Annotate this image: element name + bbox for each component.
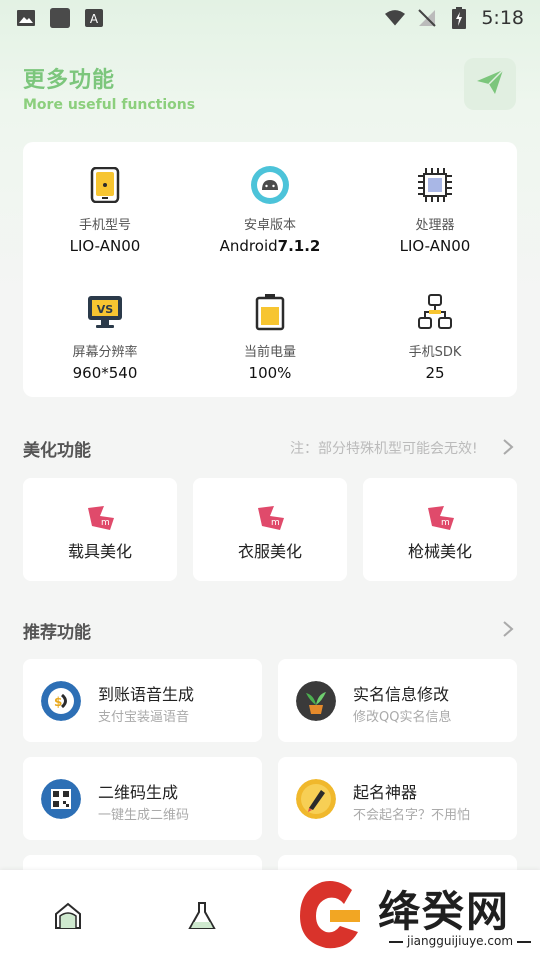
gun-beautify-button[interactable]: m 枪械美化: [363, 478, 517, 581]
no-signal-icon: [417, 8, 437, 28]
svg-text:m: m: [441, 518, 450, 528]
battery-icon: [249, 291, 291, 333]
home-icon[interactable]: [52, 900, 84, 932]
info-screen-resolution: VS 屏幕分辨率 960*540: [23, 291, 187, 382]
money-voice-icon: $: [41, 681, 81, 721]
svg-text:m: m: [101, 518, 110, 528]
vehicle-beautify-button[interactable]: m 载具美化: [23, 478, 177, 581]
device-info-card: 手机型号 LIO-AN00 安卓版本 Android7.1.2 处理器 LIO-…: [23, 142, 517, 397]
page-header: 更多功能 More useful functions: [23, 62, 195, 113]
battery-charging-icon: [449, 7, 469, 29]
flask-icon[interactable]: [186, 900, 218, 932]
beautify-section-title: 美化功能: [23, 441, 91, 461]
qr-generate-card[interactable]: 二维码生成 一键生成二维码: [23, 757, 262, 840]
pen-icon: [296, 779, 336, 819]
info-battery: 当前电量 100%: [188, 291, 352, 382]
beautify-icon: m: [424, 504, 456, 532]
svg-text:$: $: [54, 695, 62, 709]
plant-icon: [296, 681, 336, 721]
svg-text:VS: VS: [97, 303, 114, 316]
info-phone-model: 手机型号 LIO-AN00: [23, 164, 187, 255]
network-icon: [414, 291, 456, 333]
chevron-right-icon[interactable]: [502, 620, 514, 642]
payment-voice-card[interactable]: $ 到账语音生成 支付宝装逼语音: [23, 659, 262, 742]
android-icon: [249, 164, 291, 206]
chevron-right-icon[interactable]: [502, 438, 514, 460]
watermark-url: jiangguijiuye.com: [385, 934, 535, 948]
info-processor: 处理器 LIO-AN00: [353, 164, 517, 255]
status-bar: A 5:18: [0, 0, 540, 36]
page-subtitle: More useful functions: [23, 97, 196, 113]
beautify-icon: m: [254, 504, 286, 532]
status-time: 5:18: [481, 7, 524, 29]
app-notification-icon: [50, 8, 70, 28]
info-sdk: 手机SDK 25: [353, 291, 517, 382]
cpu-icon: [414, 164, 456, 206]
page-title: 更多功能: [23, 68, 116, 93]
watermark-logo: [290, 876, 370, 958]
clothes-beautify-button[interactable]: m 衣服美化: [193, 478, 347, 581]
send-button[interactable]: [464, 58, 516, 110]
image-notification-icon: [16, 8, 36, 28]
wifi-icon: [385, 8, 406, 28]
paper-plane-icon: [475, 67, 505, 101]
recommend-section-title: 推荐功能: [23, 623, 91, 643]
name-generator-card[interactable]: 起名神器 不会起名字？不用怕: [278, 757, 517, 840]
beautify-icon: m: [84, 504, 116, 532]
text-notification-icon: A: [84, 8, 104, 28]
svg-text:A: A: [90, 12, 99, 26]
realname-info-card[interactable]: 实名信息修改 修改QQ实名信息: [278, 659, 517, 742]
watermark: 绛癸网 jiangguijiuye.com: [290, 872, 540, 958]
monitor-icon: VS: [84, 291, 126, 333]
qr-code-icon: [41, 779, 81, 819]
phone-icon: [84, 164, 126, 206]
svg-text:m: m: [271, 518, 280, 528]
watermark-text: 绛癸网: [378, 887, 511, 936]
info-android-version: 安卓版本 Android7.1.2: [188, 164, 352, 255]
beautify-note: 注：部分特殊机型可能会无效!: [290, 441, 478, 457]
